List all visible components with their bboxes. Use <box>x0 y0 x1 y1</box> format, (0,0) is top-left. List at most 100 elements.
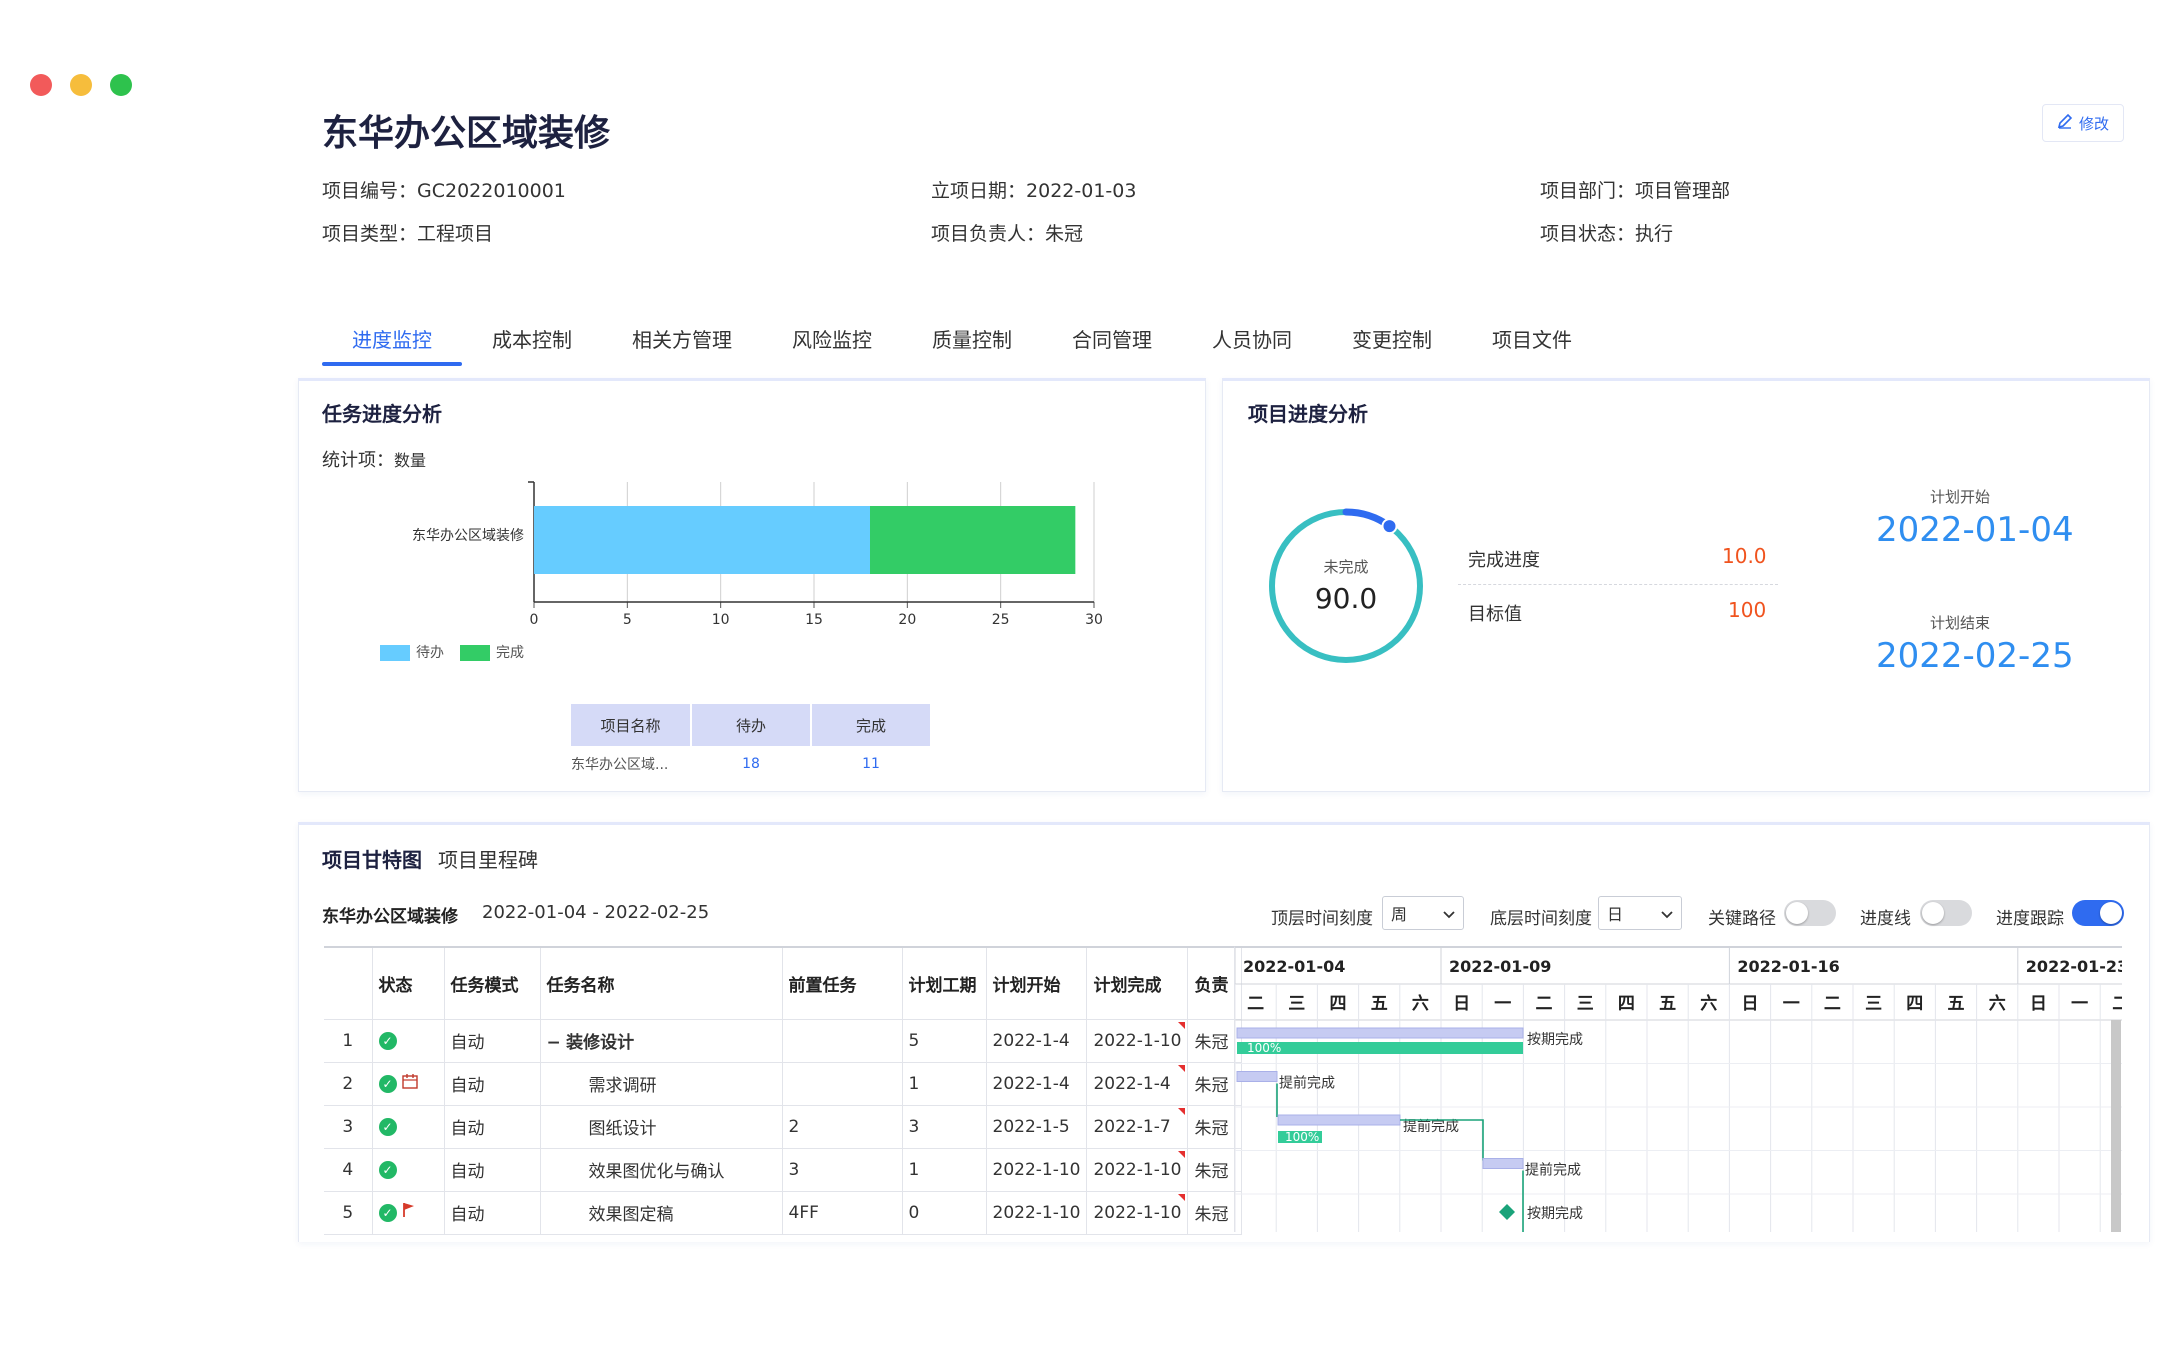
col-status[interactable]: 状态 <box>372 946 445 1020</box>
col-end[interactable]: 计划完成 <box>1086 946 1189 1020</box>
close-dot[interactable] <box>30 74 52 96</box>
top-scale-select[interactable]: 周 <box>1382 896 1464 930</box>
col-mode[interactable]: 任务模式 <box>444 946 541 1020</box>
week-label: 2022-01-04 <box>1243 957 1345 976</box>
start-cell: 2022-1-4 <box>986 1019 1088 1063</box>
end-cell: 2022-1-10 <box>1086 1019 1189 1063</box>
top-scale-value: 周 <box>1391 905 1408 924</box>
task-summary-row: 东华办公区域... 18 11 <box>571 746 931 782</box>
gantt-bar-note: 提前完成 <box>1279 1075 1335 1092</box>
tab-change[interactable]: 变更控制 <box>1322 318 1462 366</box>
milestone-diamond-icon[interactable] <box>1499 1204 1515 1220</box>
day-label: 五 <box>1371 994 1388 1014</box>
legend-item-todo[interactable]: 待办 <box>380 642 444 662</box>
status-cell: ✓ <box>372 1191 445 1235</box>
bottom-scale-select[interactable]: 日 <box>1598 896 1682 930</box>
col-todo: 待办 <box>691 704 812 746</box>
col-predecessor[interactable]: 前置任务 <box>782 946 903 1020</box>
gantt-bar-plan[interactable] <box>1236 1027 1524 1039</box>
duration-cell: 5 <box>902 1019 987 1063</box>
mode-cell: 自动 <box>444 1019 541 1063</box>
status-cell: ✓ <box>372 1105 445 1149</box>
plan-start-label: 计划开始 <box>1930 488 1991 506</box>
critical-path-toggle[interactable] <box>1784 900 1836 926</box>
col-duration[interactable]: 计划工期 <box>902 946 987 1020</box>
col-done: 完成 <box>811 704 932 746</box>
start-cell: 2022-1-10 <box>986 1148 1088 1192</box>
tab-gantt[interactable]: 项目甘特图 <box>322 844 422 873</box>
legend-label-done: 完成 <box>496 645 524 661</box>
gantt-bar-plan[interactable] <box>1482 1158 1524 1169</box>
flag-marker <box>1178 1021 1186 1029</box>
col-task-name[interactable]: 任务名称 <box>540 946 783 1020</box>
minimize-dot[interactable] <box>70 74 92 96</box>
table-row[interactable]: 5 ✓ 自动 效果图定稿 4FF 0 2022-1-10 2022-1-10 朱… <box>324 1191 1243 1235</box>
tab-milestone[interactable]: 项目里程碑 <box>438 844 538 873</box>
predecessor-cell: 3 <box>782 1148 903 1192</box>
tab-cost[interactable]: 成本控制 <box>462 318 602 366</box>
tab-stakeholder[interactable]: 相关方管理 <box>602 318 762 366</box>
tab-risk[interactable]: 风险监控 <box>762 318 902 366</box>
day-label: 四 <box>1618 994 1635 1014</box>
x-tick-label: 30 <box>1085 612 1103 628</box>
start-cell: 2022-1-4 <box>986 1062 1088 1106</box>
x-tick-label: 15 <box>805 612 823 628</box>
day-label: 六 <box>1700 993 1717 1014</box>
end-value: 2022-1-10 <box>1093 1159 1182 1180</box>
tab-progress[interactable]: 进度监控 <box>322 318 462 366</box>
status-cell: ✓ <box>372 1019 445 1063</box>
gantt-bar-note: 按期完成 <box>1527 1032 1583 1048</box>
task-name-cell[interactable]: 效果图优化与确认 <box>540 1148 783 1192</box>
legend-item-done[interactable]: 完成 <box>460 642 524 662</box>
project-dept: 项目部门：项目管理部 <box>1540 176 1730 203</box>
edit-label: 修改 <box>2078 114 2109 133</box>
maximize-dot[interactable] <box>110 74 132 96</box>
end-cell: 2022-1-7 <box>1086 1105 1189 1149</box>
bar-待办[interactable] <box>534 506 870 574</box>
col-index <box>324 946 373 1020</box>
week-label: 2022-01-16 <box>1737 957 1839 976</box>
cell-todo[interactable]: 18 <box>691 746 811 782</box>
progress-line-toggle[interactable] <box>1920 900 1972 926</box>
cell-done[interactable]: 11 <box>811 746 931 782</box>
legend-label-todo: 待办 <box>416 645 444 661</box>
tab-staff[interactable]: 人员协同 <box>1182 318 1322 366</box>
col-start[interactable]: 计划开始 <box>986 946 1088 1020</box>
chevron-down-icon <box>1443 904 1455 923</box>
table-row[interactable]: 1 ✓ 自动 − 装修设计 5 2022-1-4 2022-1-10 朱冠 <box>324 1019 1243 1063</box>
table-row[interactable]: 2 ✓ 自动 需求调研 1 2022-1-4 2022-1-4 朱冠 <box>324 1062 1243 1106</box>
tab-contract[interactable]: 合同管理 <box>1042 318 1182 366</box>
check-circle-icon: ✓ <box>378 1031 397 1050</box>
gantt-bar-plan[interactable] <box>1236 1071 1278 1082</box>
flag-marker <box>1178 1064 1186 1072</box>
tab-files[interactable]: 项目文件 <box>1462 318 1602 366</box>
tab-quality[interactable]: 质量控制 <box>902 318 1042 366</box>
table-row[interactable]: 4 ✓ 自动 效果图优化与确认 3 1 2022-1-10 2022-1-10 … <box>324 1148 1243 1192</box>
task-name-cell[interactable]: 效果图定稿 <box>540 1191 783 1235</box>
bottom-scale-value: 日 <box>1607 905 1624 924</box>
edit-button[interactable]: 修改 <box>2042 104 2124 142</box>
task-name: 装修设计 <box>566 1033 635 1053</box>
check-circle-icon: ✓ <box>378 1075 397 1093</box>
project-dept-label: 项目部门： <box>1540 180 1636 202</box>
done-progress-label: 完成进度 <box>1468 550 1540 571</box>
day-label: 二 <box>1536 994 1553 1014</box>
predecessor-cell: 2 <box>782 1105 903 1149</box>
progress-track-toggle[interactable] <box>2072 900 2124 926</box>
end-cell: 2022-1-10 <box>1086 1191 1189 1235</box>
task-name-cell[interactable]: 需求调研 <box>540 1062 783 1106</box>
task-bar-chart: 0 5 10 15 20 25 30 东华办公区域装修 <box>412 481 1103 628</box>
bar-完成[interactable] <box>870 506 1076 574</box>
task-name-cell[interactable]: 图纸设计 <box>540 1105 783 1149</box>
gantt-project-name: 东华办公区域装修 <box>322 907 458 927</box>
top-scale-label: 顶层时间刻度 <box>1271 909 1373 929</box>
col-project-name: 项目名称 <box>571 704 692 746</box>
gantt-bar-plan[interactable] <box>1277 1114 1401 1126</box>
week-label: 2022-01-09 <box>1449 957 1551 976</box>
collapse-icon[interactable]: − <box>547 1033 561 1053</box>
table-row[interactable]: 3 ✓ 自动 图纸设计 2 3 2022-1-5 2022-1-7 朱冠 <box>324 1105 1243 1149</box>
y-category-label: 东华办公区域装修 <box>412 528 524 544</box>
task-name-cell[interactable]: − 装修设计 <box>540 1019 783 1063</box>
target-value: 100 <box>1728 598 1767 622</box>
vertical-scrollbar[interactable] <box>2111 1020 2121 1232</box>
